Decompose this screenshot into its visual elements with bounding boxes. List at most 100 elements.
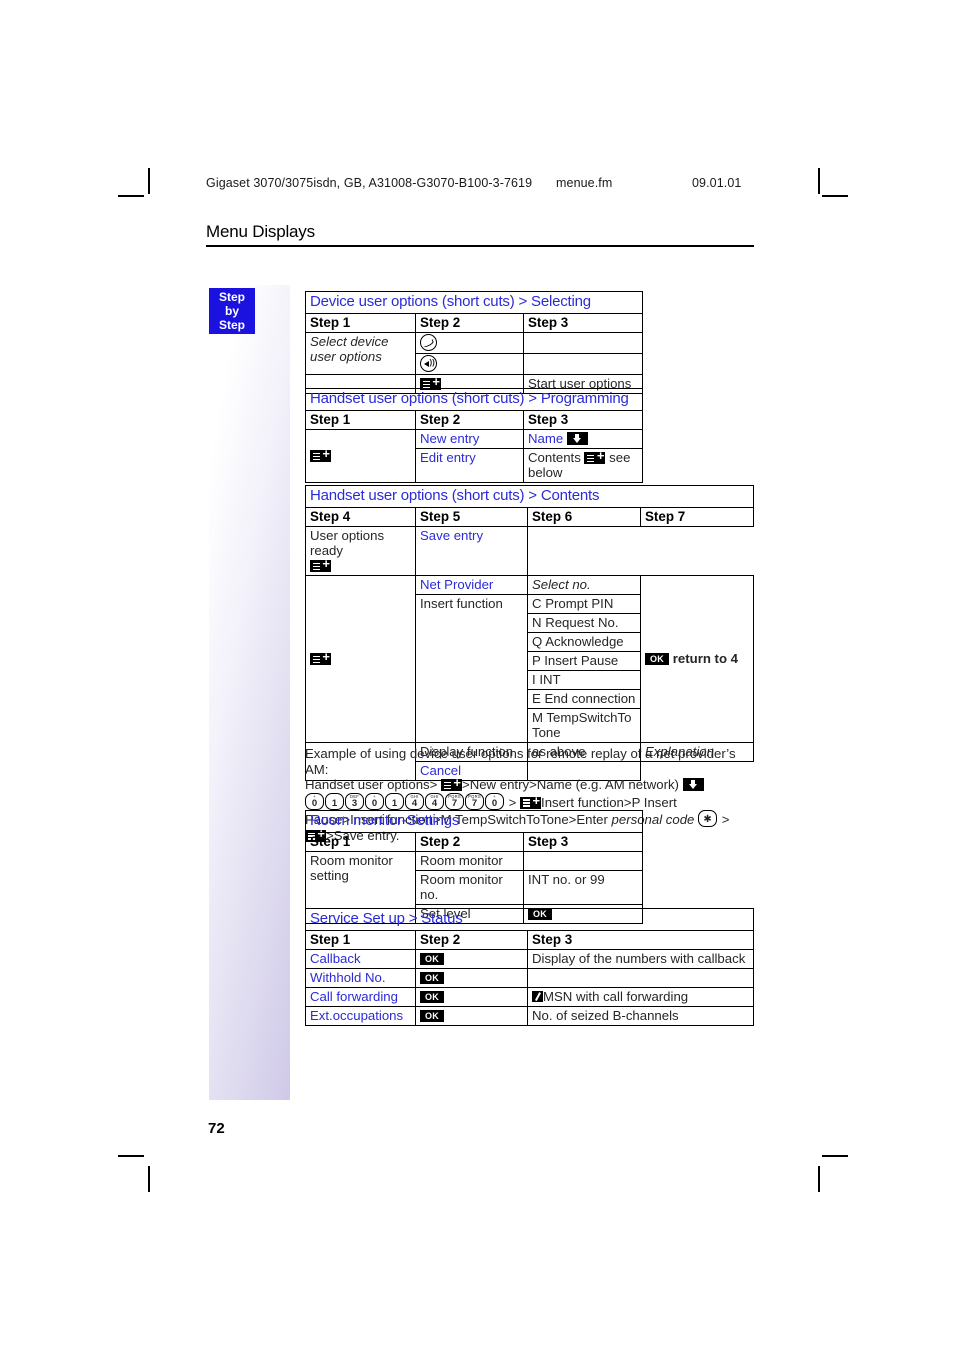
step-by-step-badge: Step by Step: [209, 288, 255, 334]
cell-callback-ok: OK: [415, 949, 528, 969]
crop-mark-left-bottom: [118, 1155, 144, 1157]
cell-q-acknowledge: Q Acknowledge: [527, 632, 641, 652]
cell-edit-entry[interactable]: Edit entry: [415, 448, 524, 483]
running-head-date: 09.01.01: [692, 176, 742, 190]
cell-withhold-ok: OK: [415, 968, 528, 988]
menu-icon: [584, 449, 606, 464]
ok-key-icon: OK: [420, 953, 445, 965]
table-row: Withhold No. OK: [305, 968, 754, 988]
keypad-key-0: +0: [485, 792, 504, 810]
crop-mark-right-top: [822, 195, 848, 197]
label-contents: Contents: [528, 450, 581, 465]
table-device-user-options-selecting: Device user options (short cuts) > Selec…: [305, 291, 643, 394]
table-caption: Service Set up > Status: [305, 908, 754, 931]
table-caption: Handset user options (short cuts) > Prog…: [304, 388, 644, 411]
down-arrow-icon: [682, 778, 704, 792]
running-head-file: menue.fm: [556, 176, 613, 190]
table-row: Callback OK Display of the numbers with …: [305, 949, 754, 969]
cell-callback[interactable]: Callback: [305, 949, 416, 969]
column-header-step1: Step 1: [305, 832, 416, 852]
ok-key-icon: OK: [420, 972, 445, 984]
column-header-step6: Step 6: [527, 507, 641, 527]
page-number: 72: [208, 1120, 225, 1137]
crop-mark-bottom-right: [818, 1166, 820, 1192]
cell-select-device-user-options: Select device user options: [305, 332, 416, 375]
table-row: User options ready Save entry: [305, 526, 754, 576]
menu-icon: [310, 557, 331, 572]
keypad-key-0: +0: [365, 792, 384, 810]
cell-callback-desc: Display of the numbers with callback: [527, 949, 754, 969]
cell-e-end-connection: E End connection: [527, 689, 641, 709]
cell-menu-icon-block: [305, 575, 416, 743]
label-msn-forwarding: MSN with call forwarding: [543, 989, 689, 1004]
column-header-step3: Step 3: [523, 832, 643, 852]
keypad-key-0: +0: [305, 792, 324, 810]
crop-mark-bottom-left: [148, 1166, 150, 1192]
cell-step7-return: OK return to 4: [639, 575, 755, 743]
example-seg-b: >New entry>Name (e.g. AM network): [462, 777, 679, 793]
column-header-step2: Step 2: [415, 832, 524, 852]
badge-line-3: Step: [218, 318, 245, 332]
cell-n-request-no: N Request No.: [527, 613, 641, 633]
ok-key-icon: OK: [420, 1010, 445, 1022]
cell-step3-empty-1: [523, 332, 643, 354]
cell-step3-empty-2: [523, 353, 643, 375]
cell-net-provider[interactable]: Net Provider: [415, 575, 528, 595]
menu-icon: [310, 447, 331, 462]
cell-p-insert-pause: P Insert Pause: [527, 651, 641, 671]
example-seg-c: >: [508, 794, 517, 810]
crop-mark-right-bottom: [822, 1155, 848, 1157]
table-row: Select device user options: [305, 332, 643, 375]
cell-call-forwarding-desc: MSN with call forwarding: [527, 987, 754, 1007]
column-header-step2: Step 2: [415, 313, 524, 333]
menu-icon: [310, 650, 331, 665]
table-caption: Handset user options (short cuts) > Cont…: [304, 485, 755, 508]
column-header-step1: Step 1: [305, 410, 416, 430]
keypad-key-4: GHI 4: [425, 792, 444, 810]
cell-speaker-icon: [415, 353, 524, 375]
cell-select-no: Select no.: [527, 575, 641, 595]
table-row: Room monitor setting Room monitor: [305, 851, 643, 924]
keypad-key-7: PQRS 7: [445, 792, 464, 810]
heading-rule: [206, 245, 754, 247]
cell-call-forwarding-ok: OK: [415, 987, 528, 1007]
column-header-step2: Step 2: [415, 410, 524, 430]
label-return-to-4: return to 4: [672, 651, 738, 666]
column-header-step7: Step 7: [639, 507, 755, 527]
column-header-step2: Step 2: [415, 930, 528, 950]
table-row: Ext.occupations OK No. of seized B-chann…: [305, 1006, 754, 1026]
cell-save-entry[interactable]: Save entry: [415, 526, 528, 576]
column-header-step1: Step 1: [305, 930, 416, 950]
column-header-step1: Step 1: [305, 313, 416, 333]
cell-i-int: I INT: [527, 670, 641, 690]
example-seg-f: >: [721, 812, 730, 828]
cell-hook-icon: [415, 332, 524, 354]
check-icon: [532, 991, 543, 1002]
cell-withhold-desc: [527, 968, 754, 988]
table-handset-user-options-programming: Handset user options (short cuts) > Prog…: [304, 388, 644, 483]
ok-key-icon: OK: [420, 991, 445, 1003]
keypad-key-3: DEF 3: [345, 792, 364, 810]
cell-step3-empty: [523, 851, 643, 871]
cell-c-prompt-pin: C Prompt PIN: [527, 594, 641, 614]
cell-room-monitor: Room monitor: [415, 851, 524, 871]
badge-line-2: by: [224, 304, 239, 318]
column-header-step3: Step 3: [522, 410, 644, 430]
keypad-key-7: PQRS 7: [465, 792, 484, 810]
down-arrow-icon: [566, 432, 588, 445]
column-header-step3: Step 3: [527, 930, 754, 950]
example-seg-a: Handset user options>: [305, 777, 438, 793]
cell-withhold-no[interactable]: Withhold No.: [305, 968, 416, 988]
cell-m-tempswitchtotone: M TempSwitchTo Tone: [527, 708, 641, 743]
star-key-icon: ✱: [698, 810, 718, 828]
keypad-key-4: GHI 4: [405, 792, 424, 810]
cell-ext-occupations[interactable]: Ext.occupations: [305, 1006, 416, 1026]
cell-ext-occupations-desc: No. of seized B-channels: [527, 1006, 754, 1026]
cell-call-forwarding[interactable]: Call forwarding: [305, 987, 416, 1007]
table-service-setup-status: Service Set up > Status Step 1 Step 2 St…: [305, 908, 754, 1026]
running-head-document: Gigaset 3070/3075isdn, GB, A31008-G3070-…: [206, 176, 533, 190]
cell-contents: Contents see below: [522, 448, 644, 483]
table-handset-user-options-contents: Handset user options (short cuts) > Cont…: [304, 485, 755, 781]
cell-menu-icon: [305, 429, 416, 483]
cell-new-entry[interactable]: New entry: [415, 429, 524, 449]
